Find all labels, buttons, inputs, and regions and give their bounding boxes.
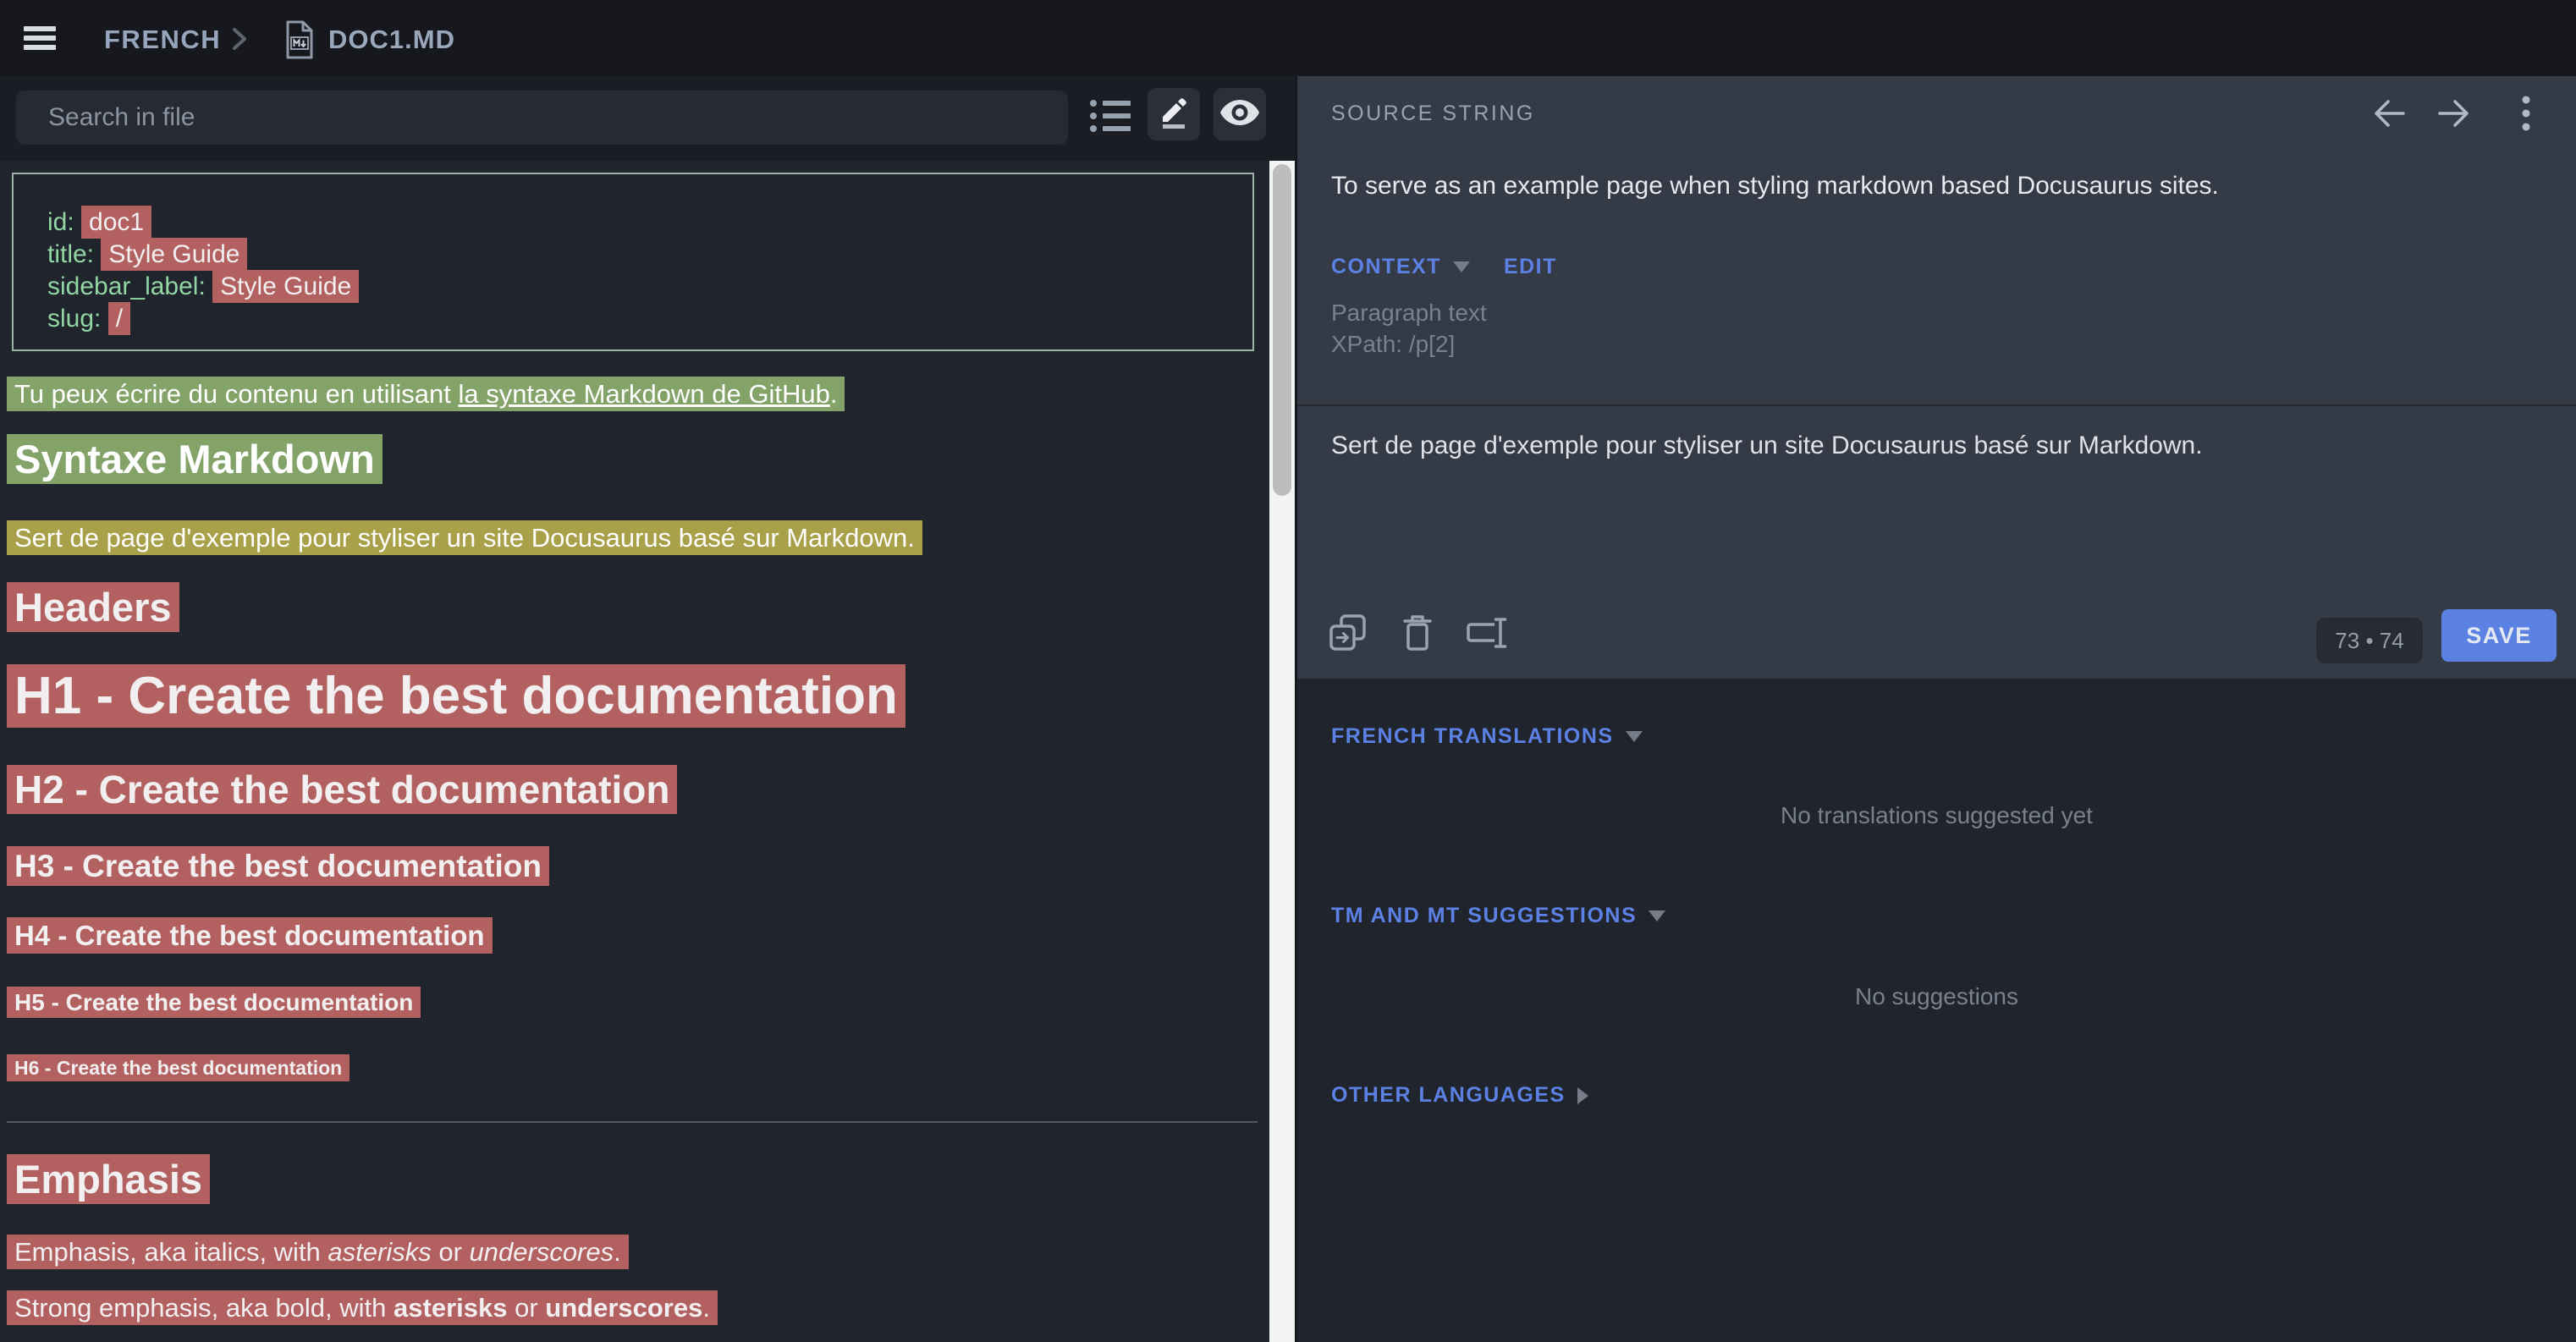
chevron-down-icon	[1453, 261, 1470, 272]
card-divider	[1297, 404, 2576, 406]
doc-heading-h5: H5 - Create the best documentation	[7, 989, 421, 1016]
frontmatter-row: id: doc1	[47, 206, 1252, 239]
breadcrumb-chevron-icon	[230, 26, 249, 56]
section-tm-mt-suggestions[interactable]: TM AND MT SUGGESTIONS	[1331, 904, 1665, 928]
chevron-right-icon	[1577, 1087, 1588, 1104]
doc-paragraph-selected: Sert de page d'exemple pour styliser un …	[7, 523, 922, 553]
source-string-label: SOURCE STRING	[1331, 102, 1535, 126]
section-other-languages[interactable]: OTHER LANGUAGES	[1331, 1083, 1588, 1108]
document-scrollbar-track[interactable]	[1269, 161, 1295, 1342]
edit-context-button[interactable]: EDIT	[1504, 255, 1557, 279]
context-toggle[interactable]: CONTEXT	[1331, 255, 1441, 279]
frontmatter-row: slug: /	[47, 303, 1252, 335]
doc-string-h6[interactable]: H6 - Create the best documentation	[7, 1054, 350, 1081]
source-string-text: To serve as an example page when styling…	[1331, 172, 2219, 201]
doc-paragraph-intro: Tu peux écrire du contenu en utilisant l…	[7, 379, 845, 410]
edit-mode-button[interactable]	[1148, 88, 1200, 140]
doc-string-emphasis-heading[interactable]: Emphasis	[7, 1154, 210, 1204]
context-row: CONTEXT EDIT	[1331, 255, 1557, 279]
arrow-right-icon	[2435, 95, 2472, 136]
prev-string-button[interactable]	[2370, 95, 2410, 135]
doc-heading-emphasis: Emphasis	[7, 1156, 210, 1202]
doc-string-frontmatter-title[interactable]: Style Guide	[101, 238, 247, 271]
frontmatter-key: slug:	[47, 305, 108, 333]
char-counter: 73 • 74	[2316, 618, 2423, 663]
doc-string-h1[interactable]: H1 - Create the best documentation	[7, 664, 905, 728]
chevron-down-icon	[1649, 910, 1665, 921]
menu-button[interactable]	[24, 26, 56, 50]
doc-string-syntax-heading[interactable]: Syntaxe Markdown	[7, 434, 383, 484]
doc-heading-h3: H3 - Create the best documentation	[7, 849, 549, 884]
frontmatter-key: title:	[47, 240, 101, 268]
document-preview: id: doc1 title: Style Guide sidebar_labe…	[0, 161, 1269, 1342]
translation-tools	[1328, 614, 1507, 655]
breadcrumb-file[interactable]: DOC1.MD	[328, 25, 455, 55]
hamburger-icon	[24, 39, 56, 53]
copy-icon	[1329, 613, 1368, 657]
section-label: TM AND MT SUGGESTIONS	[1331, 904, 1637, 928]
doc-heading-headers: Headers	[7, 584, 179, 630]
doc-paragraph-emphasis-italic: Emphasis, aka italics, with asterisks or…	[7, 1237, 629, 1268]
markdown-file-icon	[284, 20, 315, 63]
doc-string-emphasis-italic[interactable]: Emphasis, aka italics, with asterisks or…	[7, 1235, 629, 1269]
doc-heading-syntax: Syntaxe Markdown	[7, 436, 383, 482]
copy-source-button[interactable]	[1328, 614, 1368, 655]
doc-heading-h1: H1 - Create the best documentation	[7, 666, 905, 726]
search-toolbar	[0, 76, 1295, 161]
no-translations-message: No translations suggested yet	[1297, 802, 2576, 829]
doc-string-intro[interactable]: Tu peux écrire du contenu en utilisant l…	[7, 377, 845, 411]
eye-icon	[1220, 100, 1259, 129]
doc-heading-h4: H4 - Create the best documentation	[7, 920, 493, 952]
rename-field-button[interactable]	[1467, 614, 1507, 655]
topbar: FRENCH DOC1.MD	[0, 0, 2576, 76]
translation-panel: SOURCE STRING To serve as an example pag…	[1295, 76, 2576, 1342]
translation-editor-app: FRENCH DOC1.MD	[0, 0, 2576, 1342]
list-view-button[interactable]	[1090, 98, 1131, 134]
doc-string-h5[interactable]: H5 - Create the best documentation	[7, 987, 421, 1018]
frontmatter-key: id:	[47, 208, 81, 236]
section-french-translations[interactable]: FRENCH TRANSLATIONS	[1331, 724, 1643, 749]
frontmatter-key: sidebar_label:	[47, 272, 212, 300]
list-icon	[1090, 123, 1131, 137]
text-field-cursor-icon	[1467, 615, 1507, 655]
doc-string-frontmatter-sidebar-label[interactable]: Style Guide	[212, 270, 359, 303]
more-options-button[interactable]	[2509, 95, 2543, 135]
search-input[interactable]	[16, 91, 1068, 145]
doc-string-h4[interactable]: H4 - Create the best documentation	[7, 917, 493, 954]
kebab-menu-icon	[2521, 95, 2531, 136]
pencil-icon	[1157, 96, 1191, 134]
doc-string-headers-heading[interactable]: Headers	[7, 582, 179, 632]
no-suggestions-message: No suggestions	[1297, 983, 2576, 1010]
doc-paragraph-emphasis-bold: Strong emphasis, aka bold, with asterisk…	[7, 1293, 718, 1323]
doc-heading-h6: H6 - Create the best documentation	[7, 1057, 350, 1080]
doc-string-frontmatter-slug[interactable]: /	[108, 302, 130, 335]
section-label: OTHER LANGUAGES	[1331, 1083, 1566, 1108]
section-label: FRENCH TRANSLATIONS	[1331, 724, 1614, 749]
trash-icon	[1401, 613, 1434, 657]
doc-heading-h2: H2 - Create the best documentation	[7, 767, 677, 812]
frontmatter-block: id: doc1 title: Style Guide sidebar_labe…	[12, 173, 1254, 351]
arrow-left-icon	[2371, 95, 2408, 136]
delete-translation-button[interactable]	[1397, 614, 1438, 655]
doc-string-h2[interactable]: H2 - Create the best documentation	[7, 765, 677, 814]
context-type: Paragraph text	[1331, 300, 1487, 327]
doc-link-markdown-syntax[interactable]: la syntaxe Markdown de GitHub	[458, 379, 829, 409]
frontmatter-row: title: Style Guide	[47, 239, 1252, 271]
source-string-card: SOURCE STRING To serve as an example pag…	[1297, 76, 2576, 679]
context-xpath: XPath: /p[2]	[1331, 331, 1455, 358]
preview-mode-button[interactable]	[1214, 88, 1266, 140]
next-string-button[interactable]	[2433, 95, 2474, 135]
breadcrumb-project[interactable]: FRENCH	[104, 25, 221, 55]
chevron-down-icon	[1626, 731, 1643, 742]
save-button[interactable]: SAVE	[2441, 609, 2557, 662]
document-scrollbar-thumb[interactable]	[1273, 164, 1291, 496]
doc-string-selected[interactable]: Sert de page d'exemple pour styliser un …	[7, 520, 922, 555]
doc-string-h3[interactable]: H3 - Create the best documentation	[7, 846, 549, 886]
horizontal-rule	[7, 1121, 1258, 1123]
frontmatter-row: sidebar_label: Style Guide	[47, 271, 1252, 303]
doc-string-frontmatter-id[interactable]: doc1	[81, 206, 151, 239]
doc-string-emphasis-bold[interactable]: Strong emphasis, aka bold, with asterisk…	[7, 1290, 718, 1325]
translation-input[interactable]: Sert de page d'exemple pour styliser un …	[1331, 432, 2347, 584]
